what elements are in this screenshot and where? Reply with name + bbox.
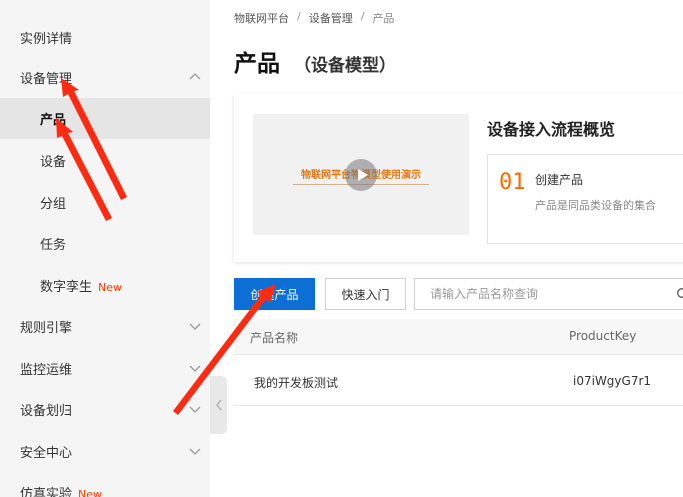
sidebar-item-simulation[interactable]: 仿真实验 New (0, 472, 210, 497)
sidebar-item-label: 数字孪生 New (40, 280, 123, 295)
sidebar-item-security-center[interactable]: 安全中心 (0, 431, 210, 472)
new-badge: New (98, 281, 123, 294)
column-header-product-name: 产品名称 (250, 331, 299, 345)
sidebar-item-label: 监控运维 (20, 363, 73, 378)
sidebar-item-label: 设备 (40, 155, 67, 170)
step-title: 创建产品 (535, 173, 584, 187)
table-header: 产品名称 ProductKey (234, 319, 683, 355)
sidebar-item-label: 任务 (40, 238, 67, 253)
sidebar-item-digital-twin[interactable]: 数字孪生 New (0, 265, 210, 306)
chevron-down-icon (189, 406, 201, 413)
chevron-down-icon (189, 365, 201, 372)
chevron-down-icon (189, 323, 201, 330)
breadcrumb-separator: / (297, 10, 301, 23)
sidebar-item-device-assignment[interactable]: 设备划归 (0, 389, 210, 430)
sidebar-item-label: 规则引擎 (20, 321, 73, 336)
chevron-up-icon (189, 73, 201, 80)
sidebar-item-label: 设备管理 (20, 72, 73, 87)
column-header-product-key: ProductKey (569, 329, 637, 343)
demo-video[interactable]: 物联网平台物模型使用演示 (253, 114, 469, 235)
sidebar-item-label: 设备划归 (20, 404, 73, 419)
sidebar-item-label: 安全中心 (20, 446, 73, 461)
create-product-button[interactable]: 创建产品 (234, 278, 315, 310)
breadcrumb-item-current: 产品 (372, 12, 395, 25)
chevron-left-icon (215, 399, 222, 411)
sidebar-item-device-management[interactable]: 设备管理 (0, 57, 210, 98)
page-title: 产品 （设备模型） (234, 44, 396, 78)
breadcrumb-item-iot-platform[interactable]: 物联网平台 (234, 10, 289, 26)
breadcrumb: 物联网平台 / 设备管理 / 产品 (234, 10, 394, 26)
search-icon[interactable] (676, 287, 683, 301)
product-key-cell: i07iWgyG7r1 (573, 374, 652, 388)
chevron-down-icon (189, 448, 201, 455)
quick-start-button[interactable]: 快速入门 (325, 278, 406, 310)
sidebar-item-monitoring[interactable]: 监控运维 (0, 348, 210, 389)
sidebar-item-rules-engine[interactable]: 规则引擎 (0, 306, 210, 347)
page-subtitle: （设备模型） (294, 56, 396, 76)
sidebar-collapse-handle[interactable] (210, 376, 227, 434)
sidebar-item-label: 实例详情 (20, 32, 73, 47)
step-description: 产品是同品类设备的集合 (535, 199, 656, 212)
sidebar-item-products[interactable]: 产品 (0, 98, 210, 139)
sidebar-item-groups[interactable]: 分组 (0, 182, 210, 223)
step-number: 01 (499, 170, 526, 195)
sidebar-item-instance-details[interactable]: 实例详情 (0, 17, 210, 58)
table-row[interactable]: 我的开发板测试 i07iWgyG7r1 (234, 356, 683, 406)
sidebar-item-jobs[interactable]: 任务 (0, 223, 210, 264)
flow-overview-title: 设备接入流程概览 (487, 120, 616, 139)
breadcrumb-item-device-management[interactable]: 设备管理 (309, 10, 353, 26)
sidebar-item-label: 分组 (40, 197, 67, 212)
step-card[interactable]: 01 创建产品 产品是同品类设备的集合 (487, 154, 683, 244)
new-badge: New (78, 488, 103, 497)
sidebar: 实例详情 设备管理 产品 设备 分组 任务 数字孪生 New 规则引擎 监控运维 … (0, 0, 210, 497)
sidebar-item-label: 产品 (40, 113, 67, 128)
breadcrumb-separator: / (360, 10, 365, 23)
page-title-text: 产品 (234, 51, 280, 77)
sidebar-item-devices[interactable]: 设备 (0, 140, 210, 181)
sidebar-item-label: 仿真实验 New (20, 483, 102, 497)
search-input[interactable] (414, 278, 683, 310)
play-icon[interactable] (345, 159, 377, 191)
product-name-cell[interactable]: 我的开发板测试 (254, 374, 338, 391)
overview-card: 物联网平台物模型使用演示 设备接入流程概览 01 创建产品 产品是同品类设备的集… (234, 94, 683, 262)
